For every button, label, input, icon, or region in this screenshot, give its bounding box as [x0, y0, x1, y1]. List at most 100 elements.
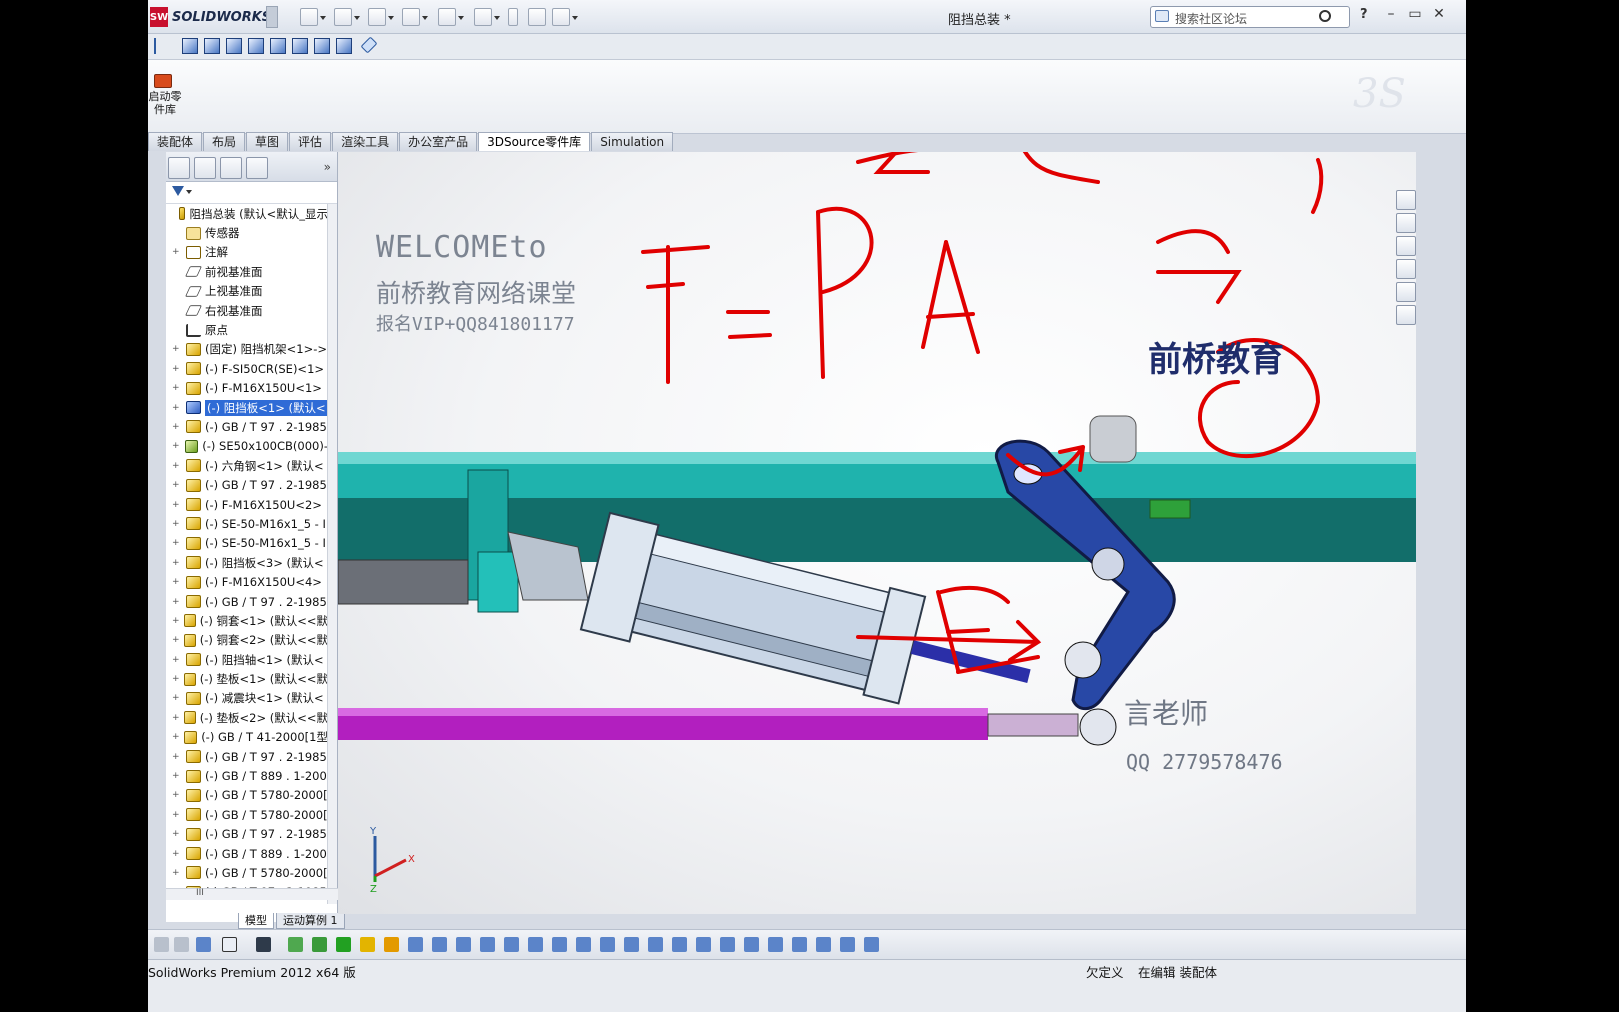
expand-toggle[interactable]: +	[172, 519, 182, 529]
normal-to-icon[interactable]	[154, 38, 158, 54]
graphics-viewport[interactable]: Y X Z WELCOMEto 前桥教育网络课堂 报名VIP+QQ8418011…	[338, 152, 1416, 914]
tree-item[interactable]: 阻挡总装 (默认<默认_显示	[166, 204, 328, 223]
expand-toggle[interactable]: +	[172, 635, 180, 645]
tree-item[interactable]: + (-) 垫板<2> (默认<<默	[166, 708, 328, 727]
tree-item[interactable]: + (-) GB / T 5780-2000[	[166, 863, 328, 882]
tree-item[interactable]: + (-) GB / T 97 . 2-1985	[166, 825, 328, 844]
restore-icon[interactable]: ▭	[1406, 6, 1424, 22]
tree-item[interactable]: + (-) GB / T 5780-2000[	[166, 805, 328, 824]
filter-faces-icon[interactable]	[154, 937, 169, 952]
curve-icon[interactable]	[816, 937, 831, 952]
expand-toggle[interactable]: +	[172, 247, 182, 257]
tree-item[interactable]: + (-) 阻挡板<3> (默认<	[166, 553, 328, 572]
bill-of-materials-icon[interactable]	[672, 937, 687, 952]
filter-icon[interactable]	[172, 186, 184, 198]
expand-toggle[interactable]: +	[172, 810, 182, 820]
reference-geometry-icon[interactable]	[624, 937, 639, 952]
tree-item[interactable]: + 注解	[166, 243, 328, 262]
tree-horizontal-scrollbar[interactable]: III	[166, 888, 338, 900]
chevron-down-icon[interactable]	[186, 190, 192, 197]
tree-item[interactable]: + (-) 阻挡轴<1> (默认<	[166, 650, 328, 669]
mirror-components-icon[interactable]	[600, 937, 615, 952]
community-search-input[interactable]: 搜索社区论坛	[1150, 6, 1350, 28]
instant3d-icon[interactable]	[744, 937, 759, 952]
expand-toggle[interactable]: +	[172, 383, 182, 393]
expand-toggle[interactable]: +	[172, 771, 182, 781]
view-palette-icon[interactable]	[1396, 259, 1416, 279]
expand-toggle[interactable]: +	[172, 616, 180, 626]
left-view-icon[interactable]	[226, 38, 242, 54]
appearances-icon[interactable]	[1396, 282, 1416, 302]
select-icon[interactable]	[222, 937, 237, 952]
expand-toggle[interactable]: +	[172, 441, 181, 451]
interference-icon[interactable]	[432, 937, 447, 952]
design-library-icon[interactable]	[1396, 213, 1416, 233]
tab-model[interactable]: 模型	[238, 913, 274, 929]
tree-item[interactable]: 右视基准面	[166, 301, 328, 320]
tab-office-products[interactable]: 办公室产品	[399, 132, 478, 151]
trimetric-view-icon[interactable]	[336, 38, 352, 54]
close-icon[interactable]: ✕	[1430, 6, 1448, 22]
tree-item[interactable]: + (固定) 阻挡机架<1>->	[166, 340, 328, 359]
tree-item[interactable]: 前视基准面	[166, 262, 328, 281]
tree-item[interactable]: + (-) SE50x100CB(000)-	[166, 437, 328, 456]
file-properties-icon[interactable]	[528, 8, 546, 26]
assembly-features-icon[interactable]	[696, 937, 711, 952]
tree-item[interactable]: + (-) 阻挡板<1> (默认<	[166, 398, 328, 417]
move-component-icon[interactable]	[288, 937, 303, 952]
expand-toggle[interactable]: +	[172, 868, 182, 878]
tab-3dsource[interactable]: 3DSource零件库	[478, 132, 591, 151]
tree-item[interactable]: + (-) 减震块<1> (默认<	[166, 689, 328, 708]
expand-toggle[interactable]: +	[172, 790, 182, 800]
snapshot-icon[interactable]	[792, 937, 807, 952]
tree-filter[interactable]	[166, 182, 337, 204]
expand-toggle[interactable]: +	[172, 422, 182, 432]
home-icon[interactable]	[1396, 190, 1416, 210]
tree-item[interactable]: + (-) GB / T 97 . 2-1985	[166, 417, 328, 436]
tab-simulation[interactable]: Simulation	[591, 132, 674, 151]
tree-item[interactable]: 传感器	[166, 223, 328, 242]
tab-motion-study[interactable]: 运动算例 1	[276, 913, 345, 929]
tree-item[interactable]: 原点	[166, 320, 328, 339]
minimize-icon[interactable]: –	[1382, 6, 1400, 22]
smart-fasteners-icon[interactable]	[384, 937, 399, 952]
expand-toggle[interactable]: +	[172, 829, 182, 839]
expand-toggle[interactable]: +	[172, 849, 182, 859]
tree-item[interactable]: + (-) GB / T 97 . 2-1985	[166, 592, 328, 611]
tree-item[interactable]: + (-) 垫板<1> (默认<<默	[166, 669, 328, 688]
propertymanager-tab-icon[interactable]	[194, 157, 216, 179]
expand-toggle[interactable]: +	[172, 538, 182, 548]
tree-vertical-scrollbar[interactable]	[327, 204, 337, 904]
filter-edges-icon[interactable]	[174, 937, 189, 952]
viewport-window-controls[interactable]: ▫ ▫ – ▭ ✕	[1298, 152, 1357, 154]
undo-icon[interactable]	[438, 8, 464, 26]
isometric-view-icon[interactable]	[314, 38, 330, 54]
back-view-icon[interactable]	[204, 38, 220, 54]
expand-toggle[interactable]: +	[172, 597, 182, 607]
tab-render-tools[interactable]: 渲染工具	[332, 132, 399, 151]
expand-toggle[interactable]: +	[172, 752, 182, 762]
rebuild-traffic-light-icon[interactable]	[508, 8, 518, 26]
expand-toggle[interactable]: +	[172, 558, 182, 568]
tab-layout[interactable]: 布局	[203, 132, 246, 151]
tree-item[interactable]: + (-) GB / T 889 . 1-200	[166, 766, 328, 785]
appearance-tab-icon[interactable]	[246, 157, 268, 179]
expand-toggle[interactable]: +	[172, 344, 182, 354]
help-icon[interactable]: ?	[1360, 7, 1368, 22]
expand-toggle[interactable]: +	[172, 461, 182, 471]
tree-item[interactable]: + (-) GB / T 97 . 2-1985	[166, 747, 328, 766]
options-icon[interactable]	[552, 8, 578, 26]
section-view-icon[interactable]	[504, 937, 519, 952]
configurationmanager-tab-icon[interactable]	[220, 157, 242, 179]
start-part-library-button[interactable]: 启动零件库	[148, 90, 182, 116]
tab-sketch[interactable]: 草图	[246, 132, 289, 151]
top-view-icon[interactable]	[270, 38, 286, 54]
new-document-icon[interactable]	[300, 8, 326, 26]
expand-toggle[interactable]: +	[172, 364, 182, 374]
large-assembly-mode-icon[interactable]	[720, 937, 735, 952]
open-folder-icon[interactable]	[334, 8, 360, 26]
search-icon[interactable]	[1319, 10, 1331, 22]
solidworks-logo[interactable]: SW SOLIDWORKS	[150, 6, 271, 28]
tree-item[interactable]: + (-) F-M16X150U<1>	[166, 379, 328, 398]
show-hidden-icon[interactable]	[768, 937, 783, 952]
